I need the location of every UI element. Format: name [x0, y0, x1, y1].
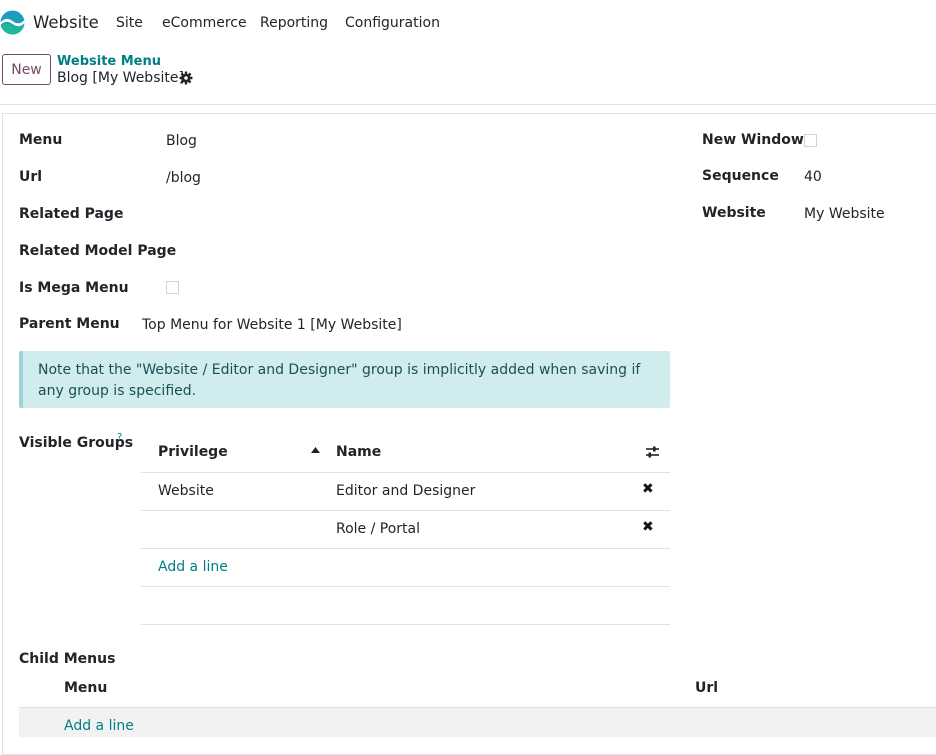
menu-ecommerce[interactable]: eCommerce — [162, 15, 247, 31]
column-header-name[interactable]: Name — [336, 444, 381, 460]
new-window-checkbox[interactable] — [804, 134, 817, 147]
control-panel: New Website Menu Blog [My Website] — [0, 46, 936, 105]
delete-icon[interactable]: ✖ — [642, 481, 654, 497]
menu-configuration[interactable]: Configuration — [345, 15, 440, 31]
parent-menu-label: Parent Menu — [19, 316, 120, 332]
delete-icon[interactable]: ✖ — [642, 519, 654, 535]
add-group-line-link[interactable]: Add a line — [158, 559, 228, 575]
visible-groups-label: Visible Groups — [19, 435, 134, 451]
add-child-menu-line-link[interactable]: Add a line — [64, 718, 134, 734]
menu-label: Menu — [19, 132, 63, 148]
parent-menu-field[interactable]: Top Menu for Website 1 [My Website] — [142, 317, 402, 333]
menu-site[interactable]: Site — [116, 15, 143, 31]
table-divider — [141, 586, 670, 587]
child-menus-label: Child Menus — [19, 651, 116, 667]
table-divider — [141, 472, 670, 473]
group-row-name[interactable]: Editor and Designer — [336, 483, 475, 499]
sequence-field[interactable]: 40 — [804, 169, 822, 185]
related-model-page-field[interactable] — [166, 241, 666, 263]
new-window-label: New Window — [702, 132, 804, 148]
related-page-label: Related Page — [19, 206, 124, 222]
website-label: Website — [702, 205, 766, 221]
column-header-url[interactable]: Url — [695, 680, 718, 696]
url-field[interactable]: /blog — [166, 170, 201, 186]
group-row-privilege[interactable]: Website — [158, 483, 214, 499]
gear-icon[interactable] — [179, 71, 193, 85]
sequence-label: Sequence — [702, 168, 779, 184]
breadcrumb-parent[interactable]: Website Menu — [57, 54, 161, 69]
column-header-privilege[interactable]: Privilege — [158, 444, 228, 460]
related-model-page-label: Related Model Page — [19, 243, 177, 259]
sort-asc-icon — [311, 447, 320, 453]
column-header-menu[interactable]: Menu — [64, 680, 107, 696]
website-logo-icon[interactable] — [0, 10, 25, 35]
is-mega-menu-label: Is Mega Menu — [19, 280, 129, 296]
table-divider — [141, 624, 670, 625]
is-mega-menu-checkbox[interactable] — [166, 281, 179, 294]
website-field[interactable]: My Website — [804, 206, 885, 222]
main-navbar: Website Site eCommerce Reporting Configu… — [0, 0, 936, 46]
new-button[interactable]: New — [2, 54, 51, 85]
related-page-field[interactable] — [166, 204, 666, 226]
group-row-name[interactable]: Role / Portal — [336, 521, 420, 537]
info-alert: Note that the "Website / Editor and Desi… — [19, 351, 670, 408]
add-line-row — [19, 708, 936, 737]
url-label: Url — [19, 169, 43, 185]
table-divider — [141, 510, 670, 511]
app-name[interactable]: Website — [33, 13, 99, 32]
column-settings-icon[interactable] — [645, 445, 660, 459]
table-divider — [141, 548, 670, 549]
help-tooltip-icon[interactable]: ? — [117, 432, 122, 443]
breadcrumb-current: Blog [My Website] — [57, 70, 184, 86]
menu-reporting[interactable]: Reporting — [260, 15, 328, 31]
menu-field[interactable]: Blog — [166, 133, 197, 149]
